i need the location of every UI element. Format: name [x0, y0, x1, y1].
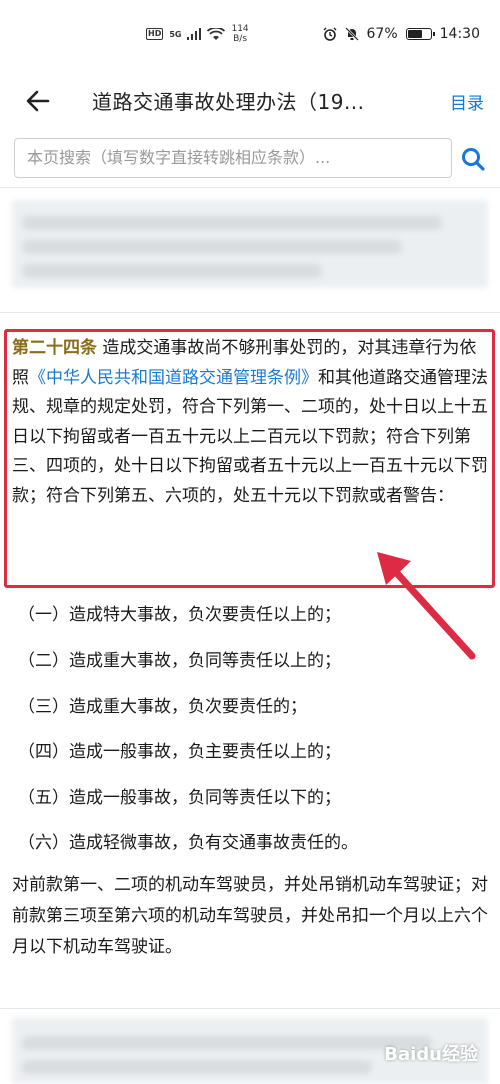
divider-bottom [0, 1008, 500, 1009]
list-item: （四）造成一般事故，负主要责任以上的； [18, 742, 341, 762]
network-speed: 114 B/s [231, 24, 248, 44]
clock: 14:30 [439, 26, 480, 42]
app-header: 道路交通事故处理办法（19... 目录 [0, 72, 500, 130]
battery-percent: 67% [366, 26, 398, 42]
wifi-icon [207, 27, 226, 40]
hd-badge: HD [146, 28, 164, 40]
network-speed-unit: B/s [233, 34, 248, 44]
network-speed-value: 114 [231, 24, 249, 34]
back-arrow-icon[interactable] [22, 84, 56, 118]
highlight-box [4, 329, 495, 588]
blurred-content-top [12, 200, 488, 288]
network-label: 5G [169, 29, 182, 39]
blurred-line [22, 1060, 372, 1074]
search-bar: 本页搜索（填写数字直接转跳相应条款）... [14, 138, 486, 180]
list-item: （二）造成重大事故，负同等责任以上的； [18, 651, 341, 671]
toc-button[interactable]: 目录 [450, 89, 484, 114]
status-bar: HD 5G 114 B/s 67% 14:30 [0, 0, 500, 72]
battery-level [407, 30, 422, 38]
blurred-line [22, 1036, 432, 1050]
search-input[interactable]: 本页搜索（填写数字直接转跳相应条款）... [14, 138, 452, 178]
list-item: （三）造成重大事故，负次要责任的； [18, 697, 307, 717]
list-item: （六）造成轻微事故，负有交通事故责任的。 [18, 833, 358, 853]
signal-icon [187, 28, 202, 40]
note-paragraph: 对前款第一、二项的机动车驾驶员，并处吊销机动车驾驶证；对前款第三项至第六项的机动… [12, 875, 488, 957]
battery-icon [405, 28, 435, 40]
list-item: （一）造成特大事故，负次要责任以上的； [18, 605, 341, 625]
mute-bell-icon [344, 27, 359, 41]
page-title: 道路交通事故处理办法（19... [92, 90, 365, 114]
blurred-line [22, 216, 442, 230]
divider-mid [0, 312, 500, 313]
status-left: HD 5G 114 B/s [146, 24, 249, 44]
blurred-line [22, 264, 322, 278]
watermark: Baidu经验 [384, 1044, 478, 1065]
blurred-line [22, 240, 402, 254]
list-item: （五）造成一般事故，负同等责任以下的； [18, 788, 341, 808]
alarm-icon [323, 27, 337, 41]
status-right: 67% 14:30 [323, 26, 480, 42]
divider-top [0, 187, 500, 188]
search-icon[interactable] [460, 146, 486, 172]
